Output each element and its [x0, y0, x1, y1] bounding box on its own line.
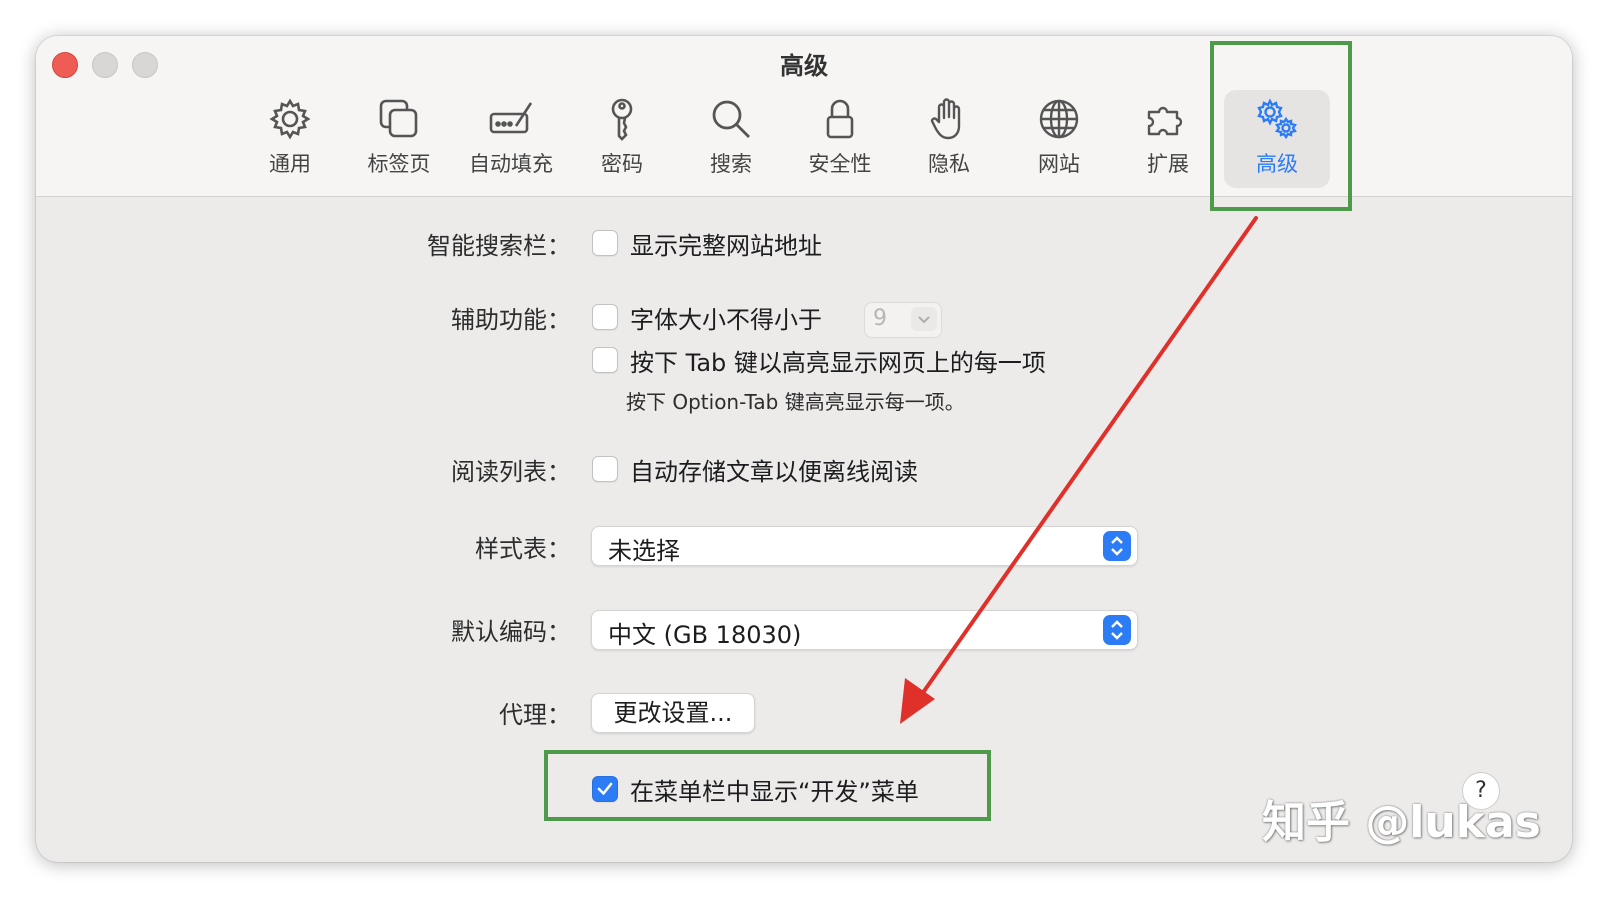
tab-privacy[interactable]: 隐私	[896, 90, 1002, 188]
highlight-box-advanced-tab	[1210, 41, 1352, 211]
search-icon	[678, 96, 784, 146]
offline-reading-checkbox[interactable]	[592, 456, 618, 482]
tab-label: 搜索	[710, 152, 752, 176]
highlight-box-develop-menu	[544, 750, 991, 821]
tab-label: 密码	[601, 152, 643, 176]
chevron-down-icon	[911, 307, 937, 331]
tab-label: 扩展	[1147, 152, 1189, 176]
tab-extensions[interactable]: 扩展	[1115, 90, 1221, 188]
min-font-size-checkbox[interactable]	[592, 304, 618, 330]
font-size-value: 9	[873, 306, 887, 331]
offline-reading-text: 自动存储文章以便离线阅读	[630, 458, 918, 486]
autofill-icon	[458, 96, 564, 146]
tab-label: 标签页	[367, 152, 431, 176]
watermark: 知乎 @lukas	[1262, 797, 1541, 848]
tab-tabs[interactable]: 标签页	[346, 90, 452, 188]
stylesheet-value: 未选择	[608, 537, 680, 565]
tab-label: 隐私	[928, 152, 970, 176]
smart-search-label: 智能搜索栏：	[427, 232, 571, 260]
hand-icon	[896, 96, 1002, 146]
tab-autofill[interactable]: 自动填充	[458, 90, 564, 188]
updown-arrows-icon	[1103, 615, 1131, 645]
key-icon	[569, 96, 675, 146]
tab-label: 自动填充	[469, 152, 553, 176]
change-settings-button[interactable]: 更改设置...	[591, 693, 755, 733]
gear-icon	[237, 96, 343, 146]
encoding-label: 默认编码：	[451, 618, 571, 646]
stylesheet-select[interactable]: 未选择	[591, 526, 1138, 566]
tab-highlight-checkbox[interactable]	[592, 347, 618, 373]
tab-label: 网站	[1038, 152, 1080, 176]
tab-highlight-hint: 按下 Option-Tab 键高亮显示每一项。	[626, 390, 965, 414]
encoding-value: 中文 (GB 18030)	[608, 621, 802, 649]
tab-websites[interactable]: 网站	[1006, 90, 1112, 188]
puzzle-icon	[1115, 96, 1221, 146]
tabs-icon	[346, 96, 452, 146]
encoding-select[interactable]: 中文 (GB 18030)	[591, 610, 1138, 650]
show-full-address-text: 显示完整网站地址	[630, 232, 822, 260]
globe-icon	[1006, 96, 1112, 146]
accessibility-label: 辅助功能：	[451, 306, 571, 334]
stylesheet-label: 样式表：	[475, 535, 571, 563]
show-full-address-checkbox[interactable]	[592, 230, 618, 256]
lock-icon	[787, 96, 893, 146]
tab-passwords[interactable]: 密码	[569, 90, 675, 188]
tab-general[interactable]: 通用	[237, 90, 343, 188]
tab-label: 通用	[269, 152, 311, 176]
updown-arrows-icon	[1103, 531, 1131, 561]
tab-search[interactable]: 搜索	[678, 90, 784, 188]
reading-list-label: 阅读列表：	[451, 458, 571, 486]
min-font-size-text: 字体大小不得小于	[630, 306, 822, 334]
font-size-select[interactable]: 9	[864, 302, 942, 338]
proxy-label: 代理：	[499, 701, 571, 729]
tab-security[interactable]: 安全性	[787, 90, 893, 188]
tab-label: 安全性	[808, 152, 872, 176]
tab-highlight-text: 按下 Tab 键以高亮显示网页上的每一项	[630, 349, 1046, 377]
